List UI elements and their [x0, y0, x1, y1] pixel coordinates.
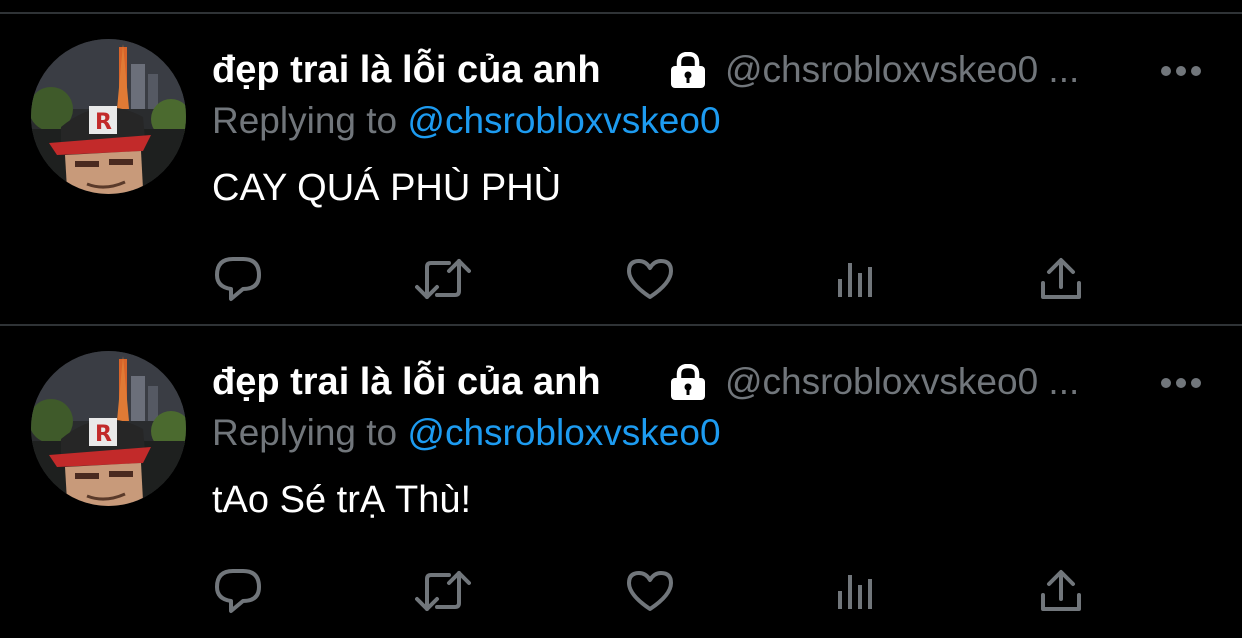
- display-name[interactable]: đẹp trai là lỗi của anh: [212, 46, 601, 94]
- like-button[interactable]: [620, 561, 680, 621]
- share-button[interactable]: [1031, 561, 1091, 621]
- replying-prefix: Replying to: [212, 412, 408, 453]
- reply-icon: [213, 567, 263, 615]
- stats-button[interactable]: [826, 561, 886, 621]
- replying-to: Replying to @chsrobloxvskeo0: [212, 98, 721, 144]
- replying-handle-link[interactable]: @chsrobloxvskeo0: [407, 412, 720, 453]
- like-button[interactable]: [620, 249, 680, 309]
- retweet-button[interactable]: [413, 249, 473, 309]
- user-handle[interactable]: @chsrobloxvskeo0 ...: [725, 358, 1079, 406]
- stats-icon: [834, 259, 878, 299]
- reply-icon: [213, 255, 263, 303]
- share-icon: [1039, 257, 1083, 301]
- more-icon[interactable]: [1160, 64, 1202, 78]
- avatar[interactable]: R: [31, 39, 186, 194]
- svg-text:R: R: [95, 110, 112, 135]
- tweet-feed: R đẹp trai là lỗi của anh @chsrobloxvske…: [0, 0, 1242, 638]
- retweet-button[interactable]: [413, 561, 473, 621]
- tweet-text: tAo Sé trẠ Thù!: [212, 479, 472, 521]
- avatar[interactable]: R: [31, 351, 186, 506]
- lock-icon: [667, 51, 709, 88]
- share-icon: [1039, 569, 1083, 613]
- replying-prefix: Replying to: [212, 100, 408, 141]
- retweet-icon: [415, 569, 471, 613]
- reply-button[interactable]: [208, 561, 268, 621]
- stats-icon: [834, 571, 878, 611]
- more-icon[interactable]: [1160, 376, 1202, 390]
- share-button[interactable]: [1031, 249, 1091, 309]
- replying-handle-link[interactable]: @chsrobloxvskeo0: [407, 100, 720, 141]
- display-name[interactable]: đẹp trai là lỗi của anh: [212, 358, 601, 406]
- lock-icon: [667, 363, 709, 400]
- tweet-text: CAY QUÁ PHÙ PHÙ: [212, 167, 562, 209]
- reply-button[interactable]: [208, 249, 268, 309]
- replying-to: Replying to @chsrobloxvskeo0: [212, 410, 721, 456]
- retweet-icon: [415, 257, 471, 301]
- heart-icon: [625, 257, 675, 301]
- stats-button[interactable]: [826, 249, 886, 309]
- tweet-header: đẹp trai là lỗi của anh @chsrobloxvskeo0…: [212, 358, 1212, 408]
- tweet-actions: [0, 249, 1242, 309]
- user-handle[interactable]: @chsrobloxvskeo0 ...: [725, 46, 1079, 94]
- tweet-actions: [0, 561, 1242, 621]
- svg-text:R: R: [95, 422, 112, 447]
- tweet[interactable]: R đẹp trai là lỗi của anh @chsrobloxvske…: [0, 326, 1242, 636]
- tweet[interactable]: R đẹp trai là lỗi của anh @chsrobloxvske…: [0, 14, 1242, 324]
- heart-icon: [625, 569, 675, 613]
- tweet-header: đẹp trai là lỗi của anh @chsrobloxvskeo0…: [212, 46, 1212, 96]
